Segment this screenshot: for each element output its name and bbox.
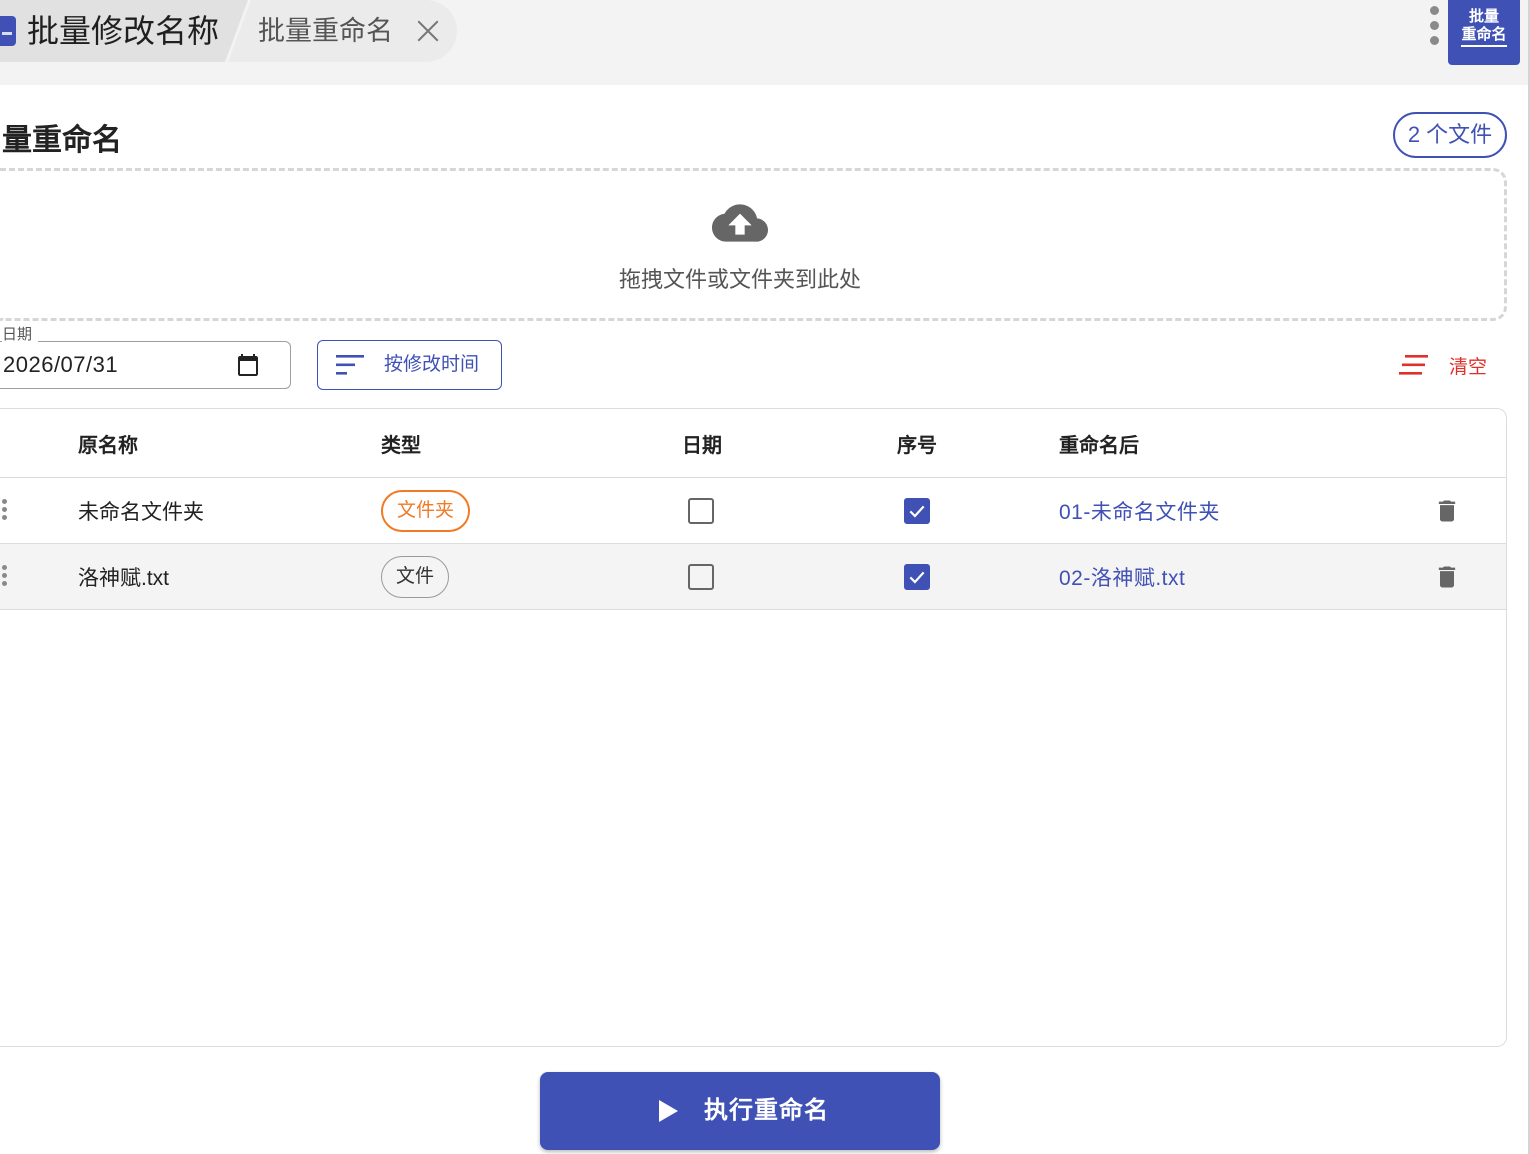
tab-batch-modify-name-label[interactable]: 批量修改名称 <box>27 0 219 62</box>
execute-rename-button[interactable]: 执行重命名 <box>540 1072 940 1150</box>
dropzone-hint: 拖拽文件或文件夹到此处 <box>618 267 861 292</box>
sequence-checkbox[interactable] <box>904 563 930 590</box>
app-icon <box>0 16 16 46</box>
sequence-checkbox[interactable] <box>904 497 930 524</box>
app-badge[interactable]: 批量 重命名 <box>1448 0 1520 65</box>
check-icon <box>909 571 925 584</box>
renamed-preview: 01-未命名文件夹 <box>1059 500 1220 524</box>
table-row: 未命名文件夹 文件夹 01-未命名文件夹 <box>0 478 1506 544</box>
table-row: 洛神赋.txt 文件 02-洛神赋.txt <box>0 544 1506 610</box>
original-name: 未命名文件夹 <box>78 500 204 524</box>
column-date: 日期 <box>682 434 722 457</box>
drag-handle-icon[interactable] <box>0 544 8 609</box>
clear-button[interactable]: 清空 <box>1449 352 1487 379</box>
calendar-icon[interactable] <box>236 353 260 377</box>
execute-rename-label: 执行重命名 <box>704 1097 829 1124</box>
column-renamed: 重命名后 <box>1059 434 1139 457</box>
app-badge-line1: 批量 <box>1468 8 1499 25</box>
play-icon <box>659 1100 678 1122</box>
file-table: 原名称 类型 日期 序号 重命名后 未命名文件夹 文件夹 01-未命名文件夹 洛… <box>0 408 1507 1047</box>
sort-button-label: 按修改时间 <box>384 354 480 375</box>
sort-by-modified-time-button[interactable]: 按修改时间 <box>317 340 502 390</box>
trash-icon[interactable] <box>1433 563 1461 591</box>
type-chip: 文件夹 <box>381 489 471 532</box>
more-vert-icon[interactable] <box>1427 6 1441 52</box>
table-header: 原名称 类型 日期 序号 重命名后 <box>0 409 1506 478</box>
page-title: 量重命名 <box>2 124 122 157</box>
check-icon <box>909 505 925 518</box>
tab-batch-rename-label[interactable]: 批量重命名 <box>258 0 393 62</box>
column-original-name: 原名称 <box>78 434 138 457</box>
trash-icon[interactable] <box>1433 497 1461 525</box>
column-sequence: 序号 <box>897 434 937 457</box>
close-icon[interactable] <box>415 18 441 44</box>
app-badge-line2: 重命名 <box>1461 26 1507 47</box>
file-count-badge: 2 个文件 <box>1393 112 1507 158</box>
column-type: 类型 <box>381 434 421 457</box>
type-chip: 文件 <box>381 555 450 598</box>
date-field-label: 日期 <box>2 324 39 346</box>
sort-icon <box>336 355 364 375</box>
date-checkbox[interactable] <box>688 497 714 524</box>
clear-all-icon[interactable] <box>1399 354 1428 376</box>
original-name: 洛神赋.txt <box>78 566 170 590</box>
cloud-upload-icon <box>712 204 768 242</box>
drag-handle-icon[interactable] <box>0 478 8 543</box>
date-field[interactable]: 2026/07/31 <box>0 341 291 389</box>
date-checkbox[interactable] <box>688 563 714 590</box>
date-value[interactable]: 2026/07/31 <box>3 342 118 387</box>
renamed-preview: 02-洛神赋.txt <box>1059 566 1186 590</box>
